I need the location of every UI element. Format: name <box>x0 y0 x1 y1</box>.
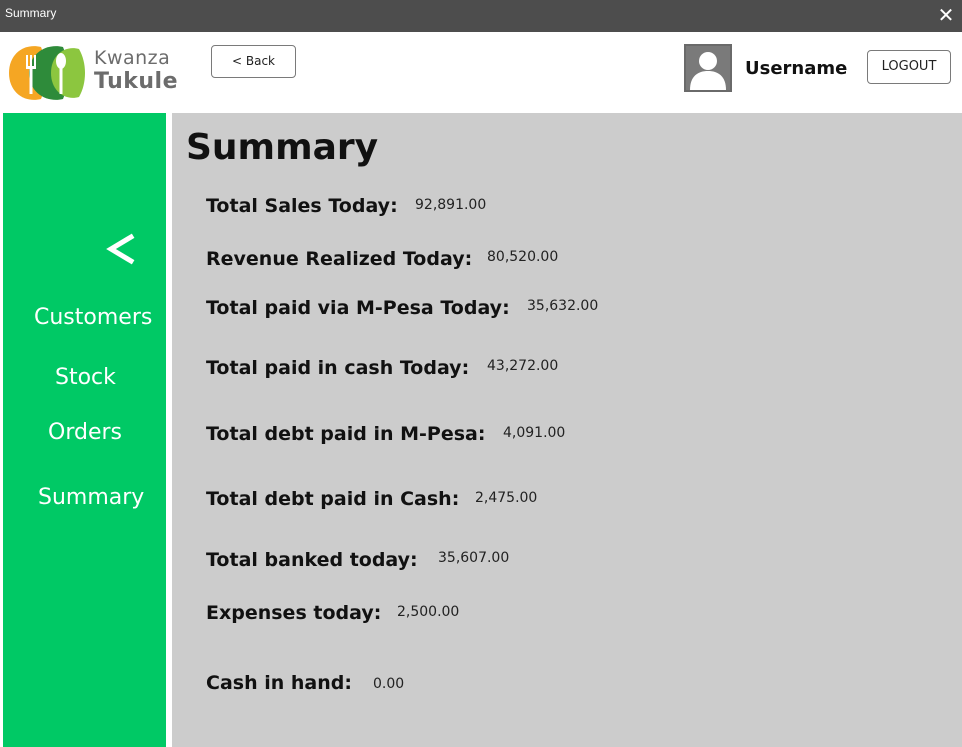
debt-mpesa-label: Total debt paid in M-Pesa: <box>206 423 486 445</box>
sidebar-item-stock[interactable]: Stock <box>55 365 116 390</box>
app-header: Kwanza Tukule < Back Username LOGOUT <box>0 32 962 113</box>
window-title: Summary <box>5 6 57 20</box>
debt-cash-value: 2,475.00 <box>475 490 538 506</box>
mpesa-paid-value: 35,632.00 <box>527 298 599 314</box>
close-icon[interactable]: ✕ <box>936 3 956 27</box>
back-button[interactable]: < Back <box>211 45 296 78</box>
username-label: Username <box>745 58 848 79</box>
debt-mpesa-value: 4,091.00 <box>503 425 566 441</box>
app-logo <box>9 46 85 100</box>
window-titlebar: Summary ✕ <box>0 0 962 32</box>
sidebar-item-orders[interactable]: Orders <box>48 420 122 445</box>
banked-label: Total banked today: <box>206 549 418 571</box>
cash-paid-label: Total paid in cash Today: <box>206 357 470 379</box>
revenue-realized-value: 80,520.00 <box>487 249 559 265</box>
revenue-realized-label: Revenue Realized Today: <box>206 248 473 270</box>
expenses-label: Expenses today: <box>206 602 382 624</box>
cash-in-hand-label: Cash in hand: <box>206 672 352 694</box>
total-sales-label: Total Sales Today: <box>206 195 398 217</box>
debt-cash-label: Total debt paid in Cash: <box>206 488 460 510</box>
avatar <box>684 44 732 92</box>
user-icon <box>690 52 726 90</box>
banked-value: 35,607.00 <box>438 550 510 566</box>
sidebar: Customers Stock Orders Summary <box>3 113 166 747</box>
logout-button[interactable]: LOGOUT <box>867 50 951 84</box>
cash-paid-value: 43,272.00 <box>487 358 559 374</box>
brand-name: Kwanza Tukule <box>94 47 178 94</box>
brand-line-2: Tukule <box>94 69 179 94</box>
summary-panel: Summary Total Sales Today: 92,891.00 Rev… <box>172 113 962 747</box>
mpesa-paid-label: Total paid via M-Pesa Today: <box>206 297 510 319</box>
sidebar-item-customers[interactable]: Customers <box>34 305 152 330</box>
expenses-value: 2,500.00 <box>397 604 460 620</box>
brand-line-1: Kwanza <box>94 47 171 69</box>
cash-in-hand-value: 0.00 <box>373 676 405 692</box>
page-title: Summary <box>186 127 379 168</box>
sidebar-item-summary[interactable]: Summary <box>38 485 144 510</box>
chevron-left-icon[interactable] <box>103 227 143 271</box>
total-sales-value: 92,891.00 <box>415 197 487 213</box>
